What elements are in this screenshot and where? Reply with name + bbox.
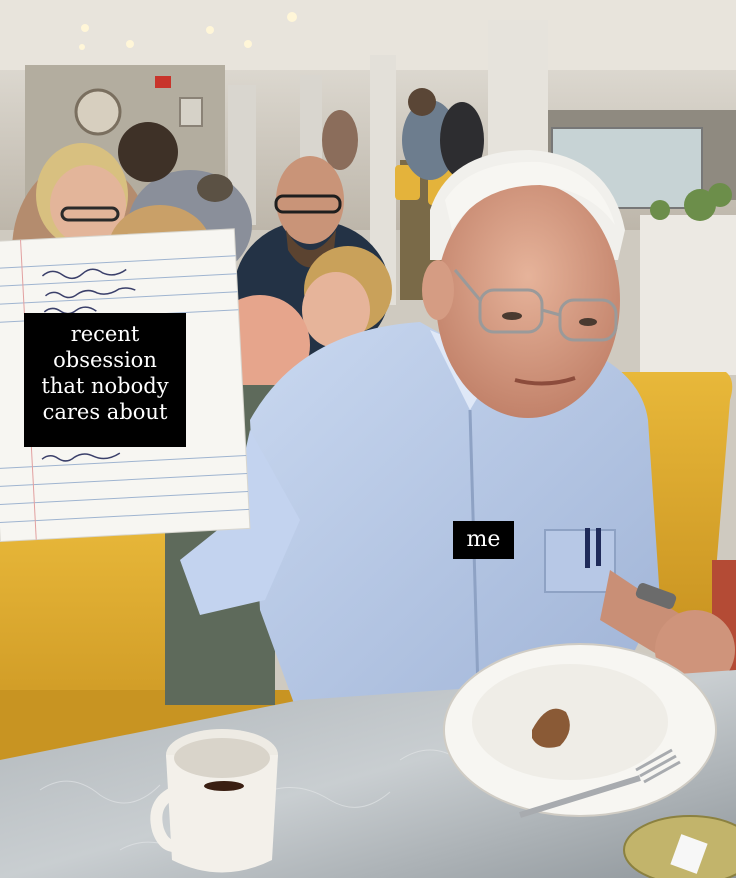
paper-caption-line-3: that nobody (41, 374, 169, 398)
paper-caption-line-4: cares about (42, 400, 168, 424)
person-caption: me (453, 521, 514, 559)
paper-caption: recent obsession that nobody cares about (24, 313, 186, 447)
paper-caption-line-2: obsession (53, 348, 157, 372)
meme-image: recent obsession that nobody cares about… (0, 0, 736, 878)
paper-caption-line-1: recent (70, 322, 140, 346)
